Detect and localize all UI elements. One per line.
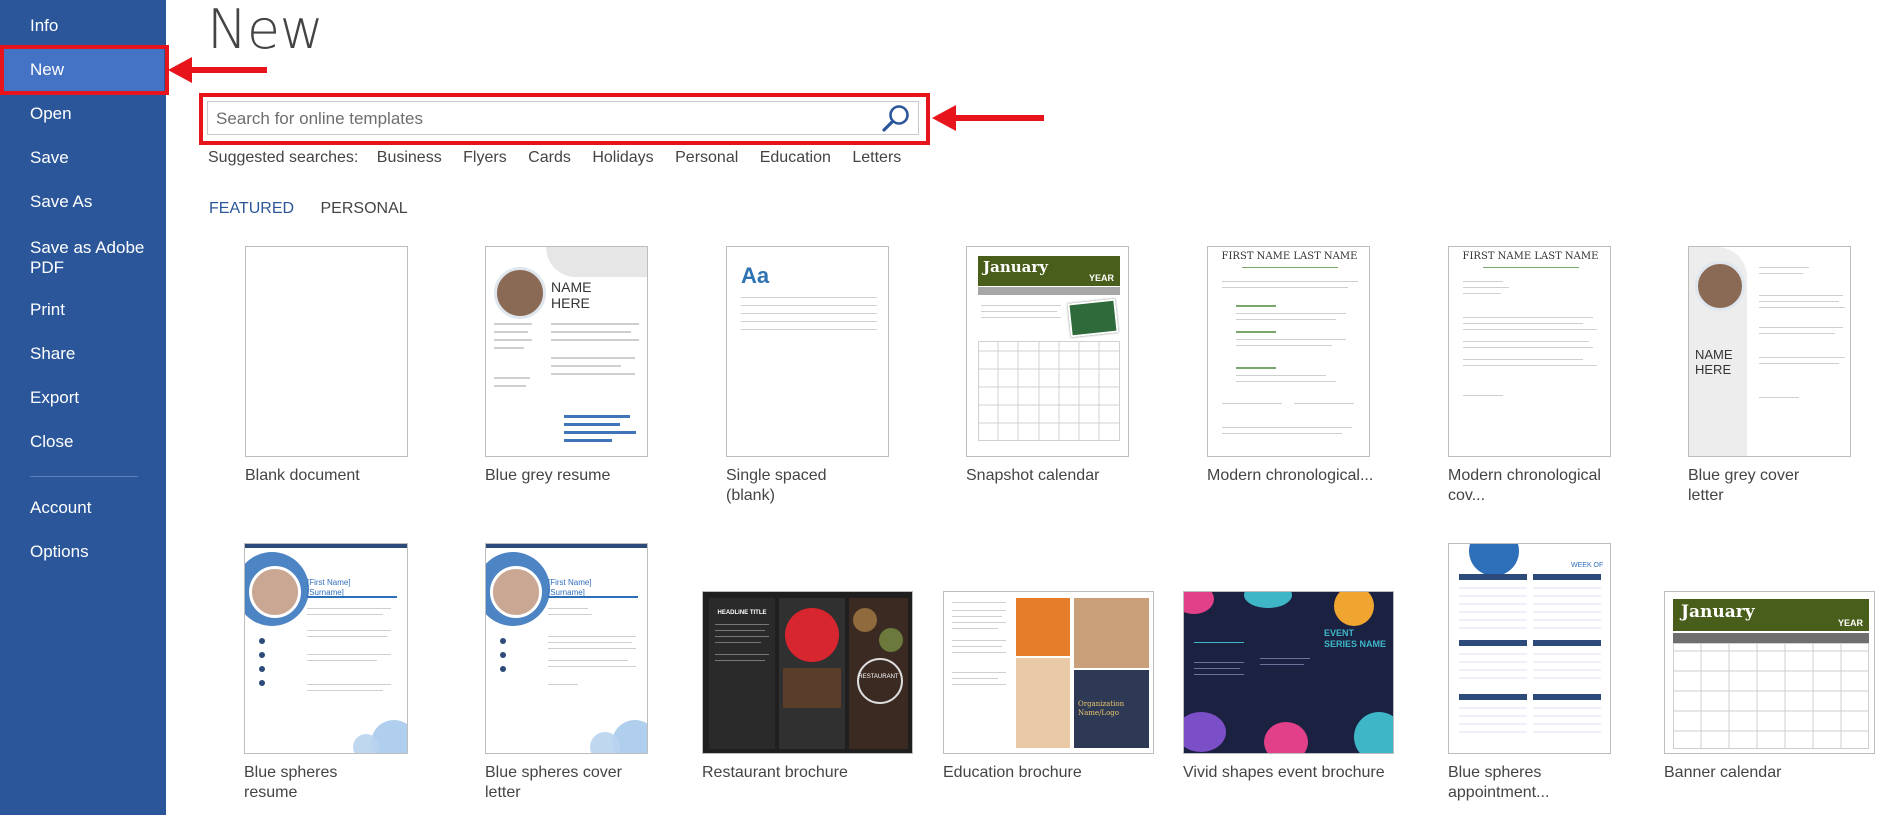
template-label: Single spaced (blank) [726,467,827,504]
template-label: Modern chronological... [1207,467,1374,484]
template-label: Vivid shapes event brochure [1183,764,1385,781]
template-thumbnail: NAME HERE [1688,246,1851,457]
nav-options[interactable]: Options [0,531,166,573]
nav-save[interactable]: Save [0,137,166,179]
template-thumbnail: [First Name] [Surname] [485,543,648,754]
avatar-photo [249,566,301,618]
tab-featured[interactable]: FEATURED [209,200,294,217]
tab-personal[interactable]: PERSONAL [321,200,408,217]
template-thumbnail: Aa [726,246,889,457]
template-label: Restaurant brochure [702,764,848,781]
nav-print[interactable]: Print [0,289,166,331]
annotation-arrow-search [932,105,1044,131]
template-thumbnail: WEEK OF [1448,543,1611,754]
template-label: Blue spheres appointment... [1448,764,1550,801]
suggested-searches-label: Suggested searches: [208,149,359,166]
suggested-flyers[interactable]: Flyers [463,149,507,166]
template-thumbnail: January YEAR [1664,591,1875,754]
avatar-photo [1695,261,1745,311]
template-thumbnail: Organization Name/Logo [943,591,1154,754]
suggested-education[interactable]: Education [760,149,831,166]
suggested-business[interactable]: Business [377,149,442,166]
template-label: Blue spheres resume [244,764,338,801]
suggested-holidays[interactable]: Holidays [592,149,653,166]
template-thumbnail: NAME HERE [485,246,648,457]
page-title: New [207,0,324,61]
template-thumbnail: FIRST NAME LAST NAME [1448,246,1611,457]
template-thumbnail: FIRST NAME LAST NAME [1207,246,1370,457]
template-label: Education brochure [943,764,1082,781]
nav-save-as-adobe-pdf[interactable]: Save as Adobe PDF [0,236,160,280]
template-label: Modern chronological cov... [1448,467,1601,504]
template-label: Blue grey cover letter [1688,467,1800,504]
nav-save-as[interactable]: Save As [0,181,166,223]
suggested-letters[interactable]: Letters [852,149,901,166]
nav-account[interactable]: Account [0,487,166,529]
search-box [207,101,919,136]
avatar-photo [490,566,542,618]
template-label: Snapshot calendar [966,467,1100,484]
template-label: Blue spheres cover letter [485,764,622,801]
template-label: Blank document [245,467,360,484]
template-thumbnail: HEADLINE TITLE RESTAURANT [702,591,913,754]
avatar-photo [494,267,546,319]
nav-open[interactable]: Open [0,93,166,135]
nav-share[interactable]: Share [0,333,166,375]
template-thumbnail: EVENT SERIES NAME [1183,591,1394,754]
nav-info[interactable]: Info [0,5,166,47]
nav-divider [30,476,138,477]
template-tabs: FEATURED PERSONAL [209,200,430,218]
template-thumbnail: January YEAR [966,246,1129,457]
template-thumbnail: [First Name] [Surname] [244,543,408,754]
nav-new[interactable]: New [4,49,164,91]
search-input[interactable] [208,102,878,136]
template-label: Banner calendar [1664,764,1782,781]
suggested-cards[interactable]: Cards [528,149,571,166]
suggested-personal[interactable]: Personal [675,149,738,166]
template-thumbnail [245,246,408,457]
nav-close[interactable]: Close [0,421,166,463]
annotation-arrow-new [168,57,267,83]
nav-export[interactable]: Export [0,377,166,419]
search-button[interactable] [880,103,912,133]
backstage-sidebar: Info New Open Save Save As Save as Adobe… [0,0,166,815]
search-icon [882,105,909,132]
template-label: Blue grey resume [485,467,611,484]
suggested-searches: Suggested searches: Business Flyers Card… [208,149,918,167]
